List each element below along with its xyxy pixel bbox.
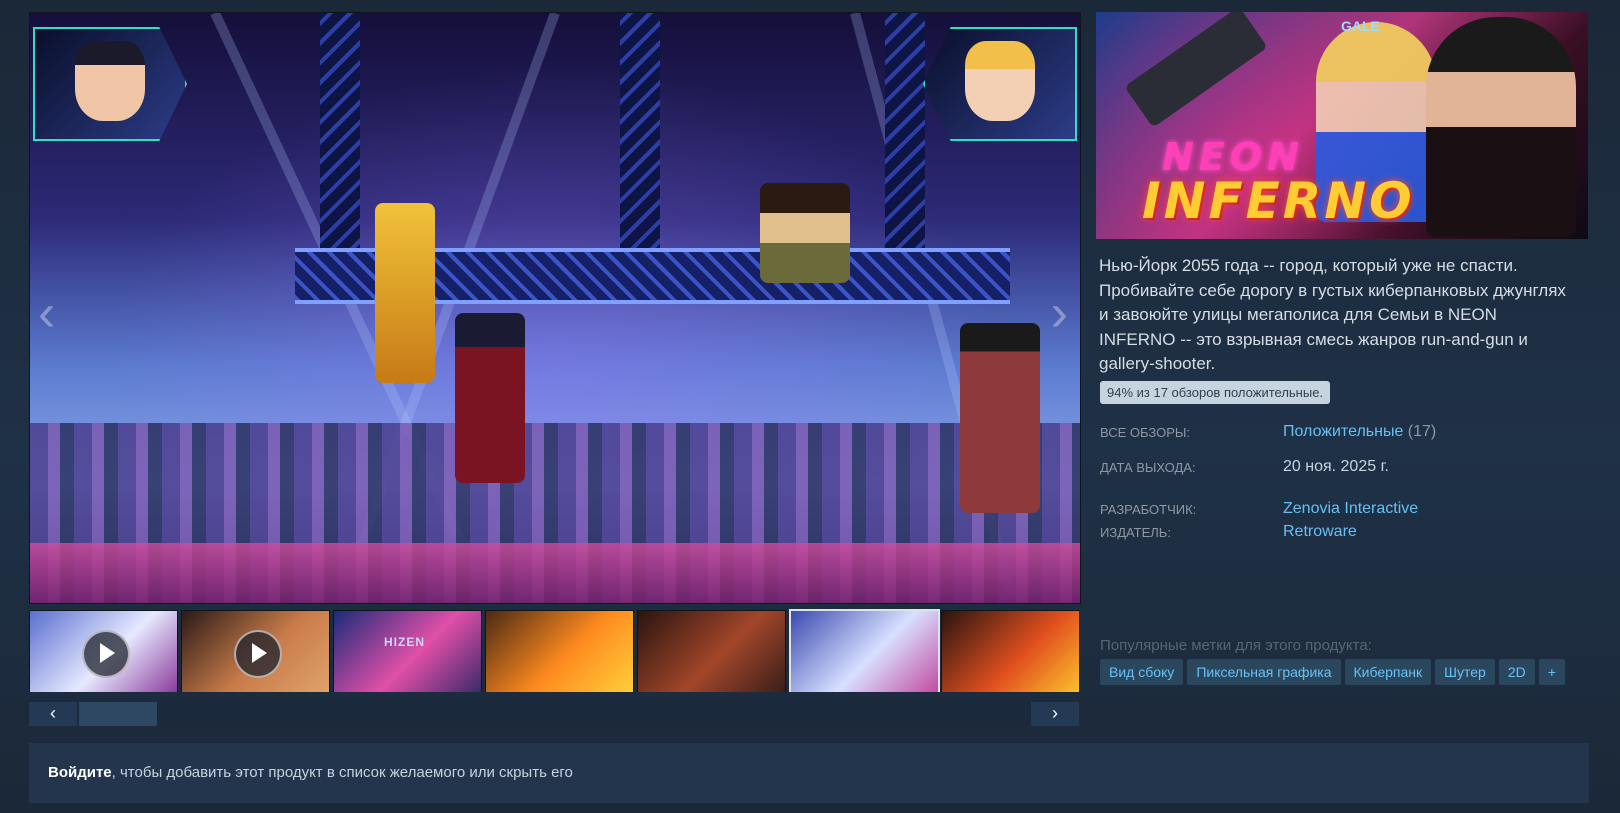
developer-link[interactable]: Zenovia Interactive	[1283, 500, 1418, 518]
screenshot-thumbnail[interactable]	[789, 609, 940, 692]
stage-floor	[30, 543, 1080, 603]
prev-screenshot-arrow[interactable]: ‹	[38, 283, 55, 343]
logo-inferno: INFERNO	[1142, 172, 1415, 230]
publisher-link[interactable]: Retroware	[1283, 523, 1357, 541]
tag-item[interactable]: Пиксельная графика	[1187, 659, 1341, 685]
partner-character	[960, 323, 1040, 513]
scroll-left-button[interactable]: ‹	[29, 702, 77, 726]
screenshot-thumbnail[interactable]: HIZEN	[333, 610, 482, 692]
game-description: Нью-Йорк 2055 года -- город, который уже…	[1099, 256, 1566, 373]
scroll-thumb[interactable]	[79, 702, 157, 726]
release-date-label: ДАТА ВЫХОДА:	[1100, 460, 1196, 475]
signin-link[interactable]: Войдите	[48, 764, 112, 781]
all-reviews-count: (17)	[1407, 423, 1437, 440]
player-character	[455, 313, 525, 483]
screenshot-thumbnail[interactable]	[637, 610, 786, 692]
publisher-label: ИЗДАТЕЛЬ:	[1100, 525, 1171, 540]
game-capsule-image: GALE NEON INFERNO	[1096, 12, 1588, 239]
video-thumbnail[interactable]	[29, 610, 178, 692]
tag-item[interactable]: Киберпанк	[1344, 659, 1432, 685]
all-reviews-link[interactable]: Положительные	[1283, 423, 1403, 440]
tag-item[interactable]: Шутер	[1435, 659, 1495, 685]
signin-rest: , чтобы добавить этот продукт в список ж…	[111, 764, 573, 781]
tag-list: Вид сбоку Пиксельная графика Киберпанк Шуте…	[1100, 659, 1565, 685]
more-tags-button[interactable]: +	[1538, 659, 1565, 685]
thumbnail-scrollbar[interactable]: ‹ ›	[29, 702, 1079, 726]
screenshot-thumbnail[interactable]	[485, 610, 634, 692]
play-icon	[233, 630, 282, 678]
tag-item[interactable]: 2D	[1498, 659, 1535, 685]
release-date-value: 20 ноя. 2025 г.	[1283, 458, 1389, 475]
screenshot-thumbnail[interactable]	[941, 610, 1079, 692]
scroll-right-button[interactable]: ›	[1031, 702, 1079, 726]
neon-sign: GALE	[1341, 18, 1380, 34]
developer-label: РАЗРАБОТЧИК:	[1100, 502, 1197, 517]
next-screenshot-arrow[interactable]: ›	[1051, 283, 1068, 343]
partner-portrait	[923, 27, 1077, 141]
signin-bar: Войдите, чтобы добавить этот продукт в с…	[29, 743, 1589, 803]
player-portrait	[33, 27, 187, 141]
signin-text: Войдите, чтобы добавить этот продукт в с…	[48, 764, 573, 781]
tags-title: Популярные метки для этого продукта:	[1100, 637, 1372, 654]
all-reviews-value: Положительные (17)	[1283, 423, 1436, 441]
gunner-enemy	[760, 183, 850, 283]
hero-art	[1426, 17, 1576, 237]
review-tooltip: 94% из 17 обзоров положительные.	[1100, 381, 1331, 404]
thumbnail-strip: HIZEN	[29, 608, 1079, 692]
thumbnail-sign: HIZEN	[384, 635, 425, 649]
enemy-fighter	[375, 203, 435, 383]
all-reviews-label: ВСЕ ОБЗОРЫ:	[1100, 425, 1191, 440]
main-screenshot[interactable]: ‹ ›	[29, 12, 1081, 604]
tag-item[interactable]: Вид сбоку	[1100, 659, 1184, 685]
video-thumbnail[interactable]	[181, 610, 330, 692]
pistol-art	[1124, 12, 1268, 128]
play-icon	[81, 630, 130, 678]
store-page: ‹ › HIZEN ‹ › GALE NEON INFERNO Нью-Йорк…	[0, 0, 1620, 813]
